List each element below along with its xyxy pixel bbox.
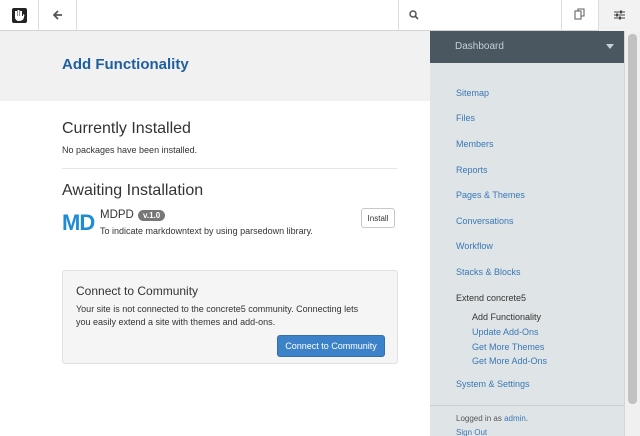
scrollbar-thumb[interactable] (628, 34, 637, 404)
top-toolbar (0, 0, 640, 31)
nav-reports[interactable]: Reports (456, 165, 488, 175)
logged-in-text: Logged in as admin. (456, 414, 528, 423)
dashboard-panel: Dashboard Sitemap Files Members Reports … (430, 31, 640, 436)
nav-add-functionality[interactable]: Add Functionality (472, 312, 541, 322)
package-name: MDPD (100, 209, 134, 221)
package-description: To indicate markdowntext by using parsed… (100, 226, 313, 236)
awaiting-heading: Awaiting Installation (62, 182, 204, 199)
package-version-badge: v.1.0 (138, 210, 166, 221)
package-logo: MD (62, 210, 95, 235)
nav-workflow[interactable]: Workflow (456, 241, 493, 251)
community-title: Connect to Community (76, 284, 199, 298)
main-content: Currently Installed No packages have bee… (0, 101, 430, 436)
nav-extend-concrete5[interactable]: Extend concrete5 (456, 293, 526, 303)
logged-in-prefix: Logged in as (456, 414, 502, 423)
nav-files[interactable]: Files (456, 113, 475, 123)
search-box[interactable] (398, 0, 561, 31)
section-divider (62, 168, 397, 169)
nav-get-more-themes[interactable]: Get More Themes (472, 342, 544, 352)
nav-conversations[interactable]: Conversations (456, 216, 514, 226)
community-box: Connect to Community Your site is not co… (62, 270, 398, 364)
search-icon (409, 7, 419, 25)
dashboard-panel-title: Dashboard (455, 41, 504, 52)
nav-stacks-blocks[interactable]: Stacks & Blocks (456, 267, 521, 277)
nav-pages-themes[interactable]: Pages & Themes (456, 190, 525, 200)
caret-down-icon (606, 44, 614, 49)
installed-empty-text: No packages have been installed. (62, 145, 198, 155)
dashboard-panel-header[interactable]: Dashboard (430, 31, 624, 63)
connect-community-button[interactable]: Connect to Community (277, 335, 385, 357)
panel-divider (430, 405, 624, 406)
arrow-left-icon (52, 7, 63, 25)
logged-in-suffix: . (525, 414, 529, 423)
pages-button[interactable] (561, 0, 598, 31)
nav-update-add-ons[interactable]: Update Add-Ons (472, 327, 539, 337)
pages-icon (574, 7, 586, 25)
nav-get-more-add-ons[interactable]: Get More Add-Ons (472, 356, 547, 366)
user-link[interactable]: admin (504, 414, 526, 423)
installed-heading: Currently Installed (62, 120, 191, 137)
sign-out-link[interactable]: Sign Out (456, 428, 487, 436)
back-button[interactable] (39, 0, 77, 31)
page-header: Add Functionality (0, 31, 430, 101)
settings-button[interactable] (598, 0, 640, 31)
page-title: Add Functionality (62, 56, 189, 73)
panel-scrollbar[interactable] (624, 31, 640, 436)
nav-sitemap[interactable]: Sitemap (456, 88, 489, 98)
logo-button[interactable] (0, 0, 39, 31)
nav-system-settings[interactable]: System & Settings (456, 379, 530, 389)
sliders-icon (614, 7, 625, 25)
community-text: Your site is not connected to the concre… (76, 304, 359, 327)
concrete5-hand-icon (11, 8, 27, 23)
install-button[interactable]: Install (361, 208, 395, 228)
nav-members[interactable]: Members (456, 139, 494, 149)
search-input[interactable] (425, 5, 555, 26)
